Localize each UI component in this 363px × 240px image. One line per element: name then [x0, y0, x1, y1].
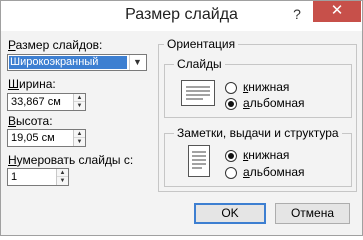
notes-landscape-label[interactable]: альбомная — [243, 165, 305, 179]
height-label-text: ысота: — [16, 114, 53, 128]
slide-size-label-text: азмер слайдов: — [15, 38, 103, 52]
height-spin-buttons: ▲ ▼ — [73, 130, 85, 146]
notes-portrait-text: нижная — [248, 148, 290, 162]
numbering-label: Нумеровать слайды с: — [8, 153, 133, 167]
width-decrease-icon[interactable]: ▼ — [74, 102, 85, 110]
width-increase-icon[interactable]: ▲ — [74, 94, 85, 102]
numbering-increase-icon[interactable]: ▲ — [57, 169, 68, 177]
width-label: Ширина: — [8, 77, 56, 91]
slides-portrait-text: нижная — [248, 80, 290, 94]
width-label-text: ирина: — [19, 77, 56, 91]
orientation-title: Ориентация — [164, 37, 239, 51]
width-label-accesskey: Ш — [8, 77, 19, 91]
slide-size-combobox[interactable]: Широкоэкранный ▼ — [7, 54, 147, 71]
width-stepper[interactable]: 33,867 см ▲ ▼ — [7, 93, 86, 111]
portrait-page-icon — [188, 145, 210, 177]
numbering-stepper[interactable]: 1 ▲ ▼ — [7, 168, 69, 186]
ok-button[interactable]: OK — [194, 203, 266, 224]
help-button[interactable]: ? — [287, 3, 307, 25]
numbering-label-text: умеровать слайды с: — [16, 153, 134, 167]
close-button[interactable]: ✕ — [313, 1, 361, 22]
numbering-value: 1 — [11, 171, 18, 183]
slide-size-value: Широкоэкранный — [9, 56, 127, 69]
notes-portrait-radio[interactable] — [225, 150, 237, 162]
numbering-decrease-icon[interactable]: ▼ — [57, 177, 68, 185]
slides-portrait-radio[interactable] — [225, 82, 237, 94]
height-label: Высота: — [8, 114, 53, 128]
slide-size-dialog: Размер слайда ? ✕ Размер слайдов: Широко… — [0, 0, 363, 236]
slide-size-label: Размер слайдов: — [8, 38, 102, 52]
notes-portrait-label[interactable]: книжная — [243, 148, 289, 162]
numbering-label-accesskey: Н — [8, 153, 17, 167]
slides-portrait-label[interactable]: книжная — [243, 80, 289, 94]
dialog-title: Размер слайда — [125, 6, 238, 23]
height-stepper[interactable]: 19,05 см ▲ ▼ — [7, 129, 86, 147]
notes-landscape-radio[interactable] — [225, 167, 237, 179]
notes-orientation-title: Заметки, выдачи и структура — [174, 126, 342, 140]
slides-orientation-title: Слайды — [174, 57, 225, 71]
height-increase-icon[interactable]: ▲ — [74, 130, 85, 138]
height-label-accesskey: В — [8, 114, 17, 128]
width-spin-buttons: ▲ ▼ — [73, 94, 85, 110]
slides-landscape-accesskey: а — [243, 96, 250, 110]
height-value: 19,05 см — [11, 132, 55, 144]
cancel-button[interactable]: Отмена — [275, 203, 350, 224]
width-value: 33,867 см — [11, 96, 61, 108]
slides-landscape-radio[interactable] — [225, 98, 237, 110]
notes-landscape-text: льбомная — [249, 165, 305, 179]
slides-landscape-label[interactable]: альбомная — [243, 96, 305, 110]
chevron-down-icon[interactable]: ▼ — [129, 55, 145, 70]
notes-landscape-accesskey: а — [243, 165, 250, 179]
slides-landscape-text: льбомная — [249, 96, 305, 110]
slide-size-label-accesskey: Р — [8, 38, 16, 52]
numbering-spin-buttons: ▲ ▼ — [56, 169, 68, 185]
landscape-slide-icon — [181, 80, 215, 106]
height-decrease-icon[interactable]: ▼ — [74, 138, 85, 146]
title-bar: Размер слайда ? ✕ — [1, 1, 362, 31]
